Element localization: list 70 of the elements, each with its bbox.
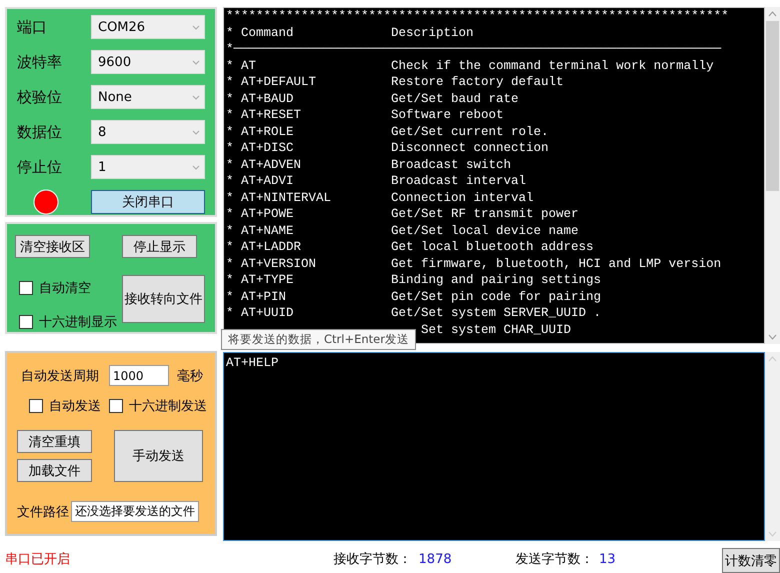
checkbox[interactable] bbox=[109, 399, 123, 413]
scroll-up-icon[interactable] bbox=[768, 356, 777, 362]
terminal-line: *───────────────────────────────────────────────────────────────── bbox=[226, 41, 722, 58]
close-port-button[interactable]: 关闭串口 bbox=[91, 190, 205, 214]
dropdown[interactable]: COM26 bbox=[91, 15, 205, 39]
terminal-line: * AT Check if the command terminal work normally bbox=[226, 58, 715, 74]
terminal-line: * AT+POWE Get/Set RF transmit power bbox=[226, 206, 580, 222]
terminal-line: * AT+DEFAULT Restore factory default bbox=[226, 74, 565, 90]
scrollbar[interactable] bbox=[765, 7, 780, 344]
terminal-line: * AT+UUID Get/Set system SERVER_UUID . bbox=[226, 305, 602, 322]
received-label: 接收字节数： bbox=[333, 551, 412, 568]
terminal-line: ******************************************************************* bbox=[226, 8, 730, 24]
terminal-line: * AT+ADVEN Broadcast switch bbox=[226, 156, 512, 173]
stop-display-button[interactable]: 停止显示 bbox=[122, 235, 197, 258]
scroll-up-icon[interactable] bbox=[768, 11, 777, 17]
redirect-to-file-button[interactable]: 接收转向文件 bbox=[122, 275, 205, 323]
chevron-icon bbox=[192, 94, 200, 100]
period-label: 自动发送周期 bbox=[21, 368, 100, 384]
scroll-down-icon[interactable] bbox=[768, 334, 777, 340]
terminal-line: * AT+DISC Disconnect connection bbox=[226, 140, 550, 156]
terminal-line: * AT+PIN Get/Set pin code for pairing bbox=[226, 288, 602, 305]
checkbox-label: 十六进制显示 bbox=[39, 314, 117, 331]
chevron-icon bbox=[192, 24, 200, 30]
field-label: 停止位 bbox=[17, 158, 63, 176]
terminal-line: * AT+TYPE Binding and pairing settings bbox=[226, 272, 602, 288]
dropdown[interactable]: 1 bbox=[91, 155, 205, 179]
terminal-line: * AT+ROLE Get/Set current role. bbox=[226, 124, 550, 140]
checkbox[interactable] bbox=[19, 315, 33, 329]
received-count: 1878 bbox=[418, 552, 453, 566]
field-label: 数据位 bbox=[17, 122, 63, 142]
tooltip: 将要发送的数据，Ctrl+Enter发送 bbox=[221, 329, 416, 350]
status-lamp-icon bbox=[33, 189, 59, 215]
dropdown[interactable]: None bbox=[91, 85, 205, 109]
dropdown[interactable]: 8 bbox=[91, 120, 205, 144]
send-input[interactable]: AT+HELP bbox=[223, 352, 765, 541]
checkbox-label: 自动发送 bbox=[49, 398, 101, 415]
field-label: 校验位 bbox=[17, 88, 63, 106]
terminal-line: * Command Description bbox=[226, 24, 475, 41]
sent-label: 发送字节数： bbox=[516, 551, 595, 568]
period-input[interactable]: 1000 bbox=[109, 365, 169, 386]
chevron-icon bbox=[192, 60, 200, 64]
dropdown[interactable]: 9600 bbox=[91, 50, 205, 74]
file-path-field[interactable]: 还没选择要发送的文件 bbox=[71, 501, 199, 522]
terminal-line: * AT+VERSION Get firmware, bluetooth, HCI and LMP version bbox=[226, 256, 722, 272]
clear-receive-button[interactable]: 清空接收区 bbox=[15, 235, 90, 258]
terminal-line: * AT+RESET Software reboot bbox=[226, 107, 505, 124]
terminal-line: * AT+ADVI Broadcast interval bbox=[226, 173, 528, 190]
checkbox-label: 自动清空 bbox=[39, 280, 91, 297]
scroll-down-icon[interactable] bbox=[768, 531, 777, 537]
field-label: 端口 bbox=[17, 18, 48, 36]
load-file-button[interactable]: 加载文件 bbox=[17, 459, 92, 482]
manual-send-button[interactable]: 手动发送 bbox=[114, 430, 203, 482]
terminal-line: * AT+BAUD Get/Set baud rate bbox=[226, 90, 520, 107]
terminal-line: * AT+NINTERVAL Connection interval bbox=[226, 190, 535, 206]
terminal-line: * AT+LADDR Get local bluetooth address bbox=[226, 239, 595, 256]
chevron-icon bbox=[192, 164, 200, 170]
chevron-icon bbox=[192, 130, 200, 134]
unit-label: 毫秒 bbox=[177, 368, 203, 384]
terminal-line: Set system CHAR_UUID bbox=[421, 322, 572, 336]
terminal-line: * AT+NAME Get/Set local device name bbox=[226, 222, 580, 239]
sent-count: 13 bbox=[599, 552, 617, 566]
reset-counts-button[interactable]: 计数清零 bbox=[722, 548, 780, 573]
file-path-label: 文件路径 bbox=[17, 504, 70, 520]
checkbox-label: 十六进制发送 bbox=[129, 398, 207, 415]
checkbox[interactable] bbox=[29, 399, 43, 413]
port-status: 串口已开启 bbox=[4, 551, 71, 568]
field-label: 波特率 bbox=[17, 52, 63, 72]
checkbox[interactable] bbox=[19, 281, 33, 295]
reset-button[interactable]: 清空重填 bbox=[17, 430, 92, 453]
scrollbar[interactable] bbox=[765, 352, 780, 541]
